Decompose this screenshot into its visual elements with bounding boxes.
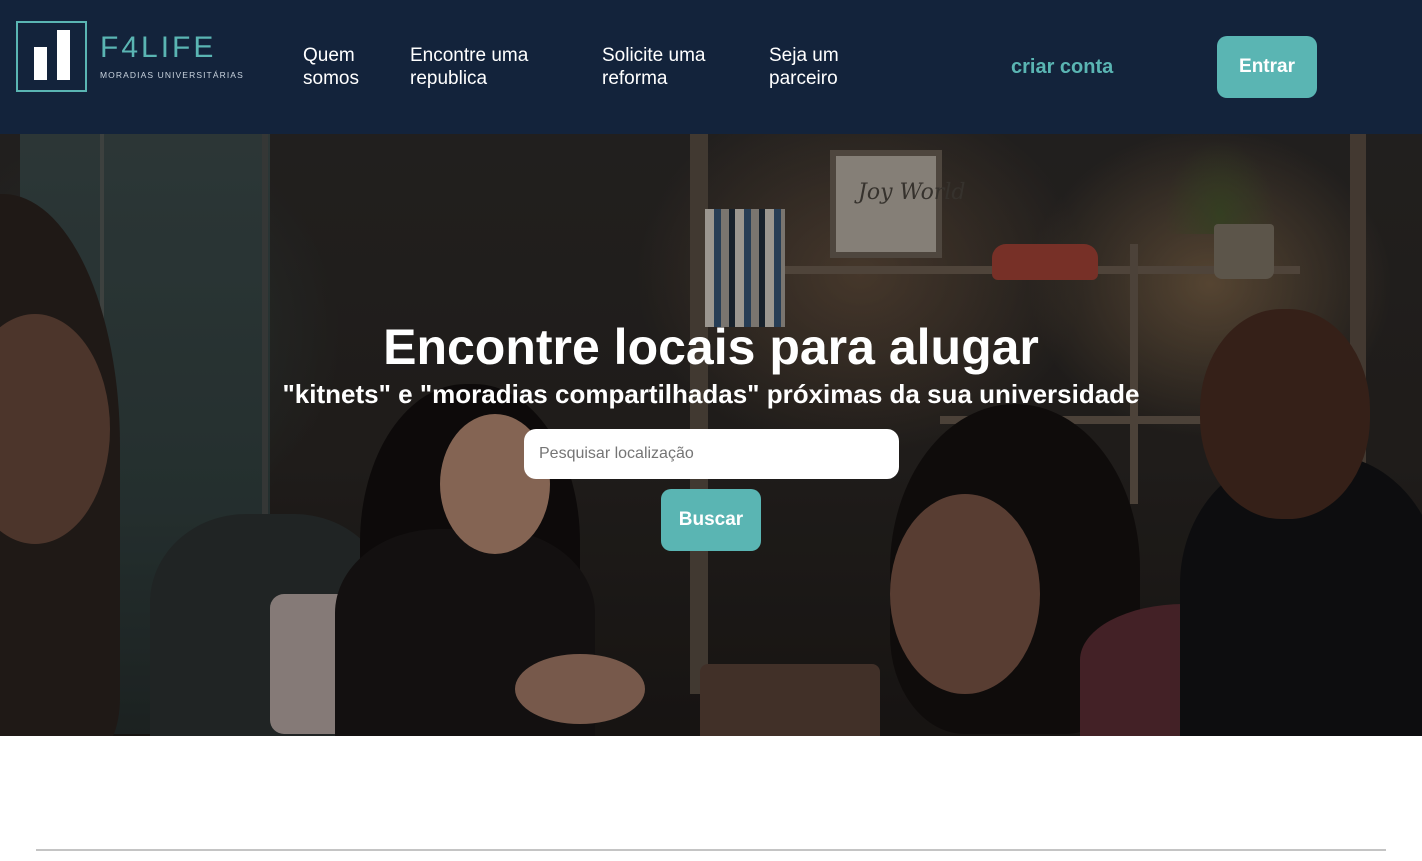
logo-bars-icon	[16, 21, 87, 92]
hero-title: Encontre locais para alugar	[383, 319, 1039, 375]
nav-link-seja-parceiro[interactable]: Seja um parceiro	[769, 44, 859, 90]
nav-link-encontre-republica[interactable]: Encontre uma republica	[410, 44, 560, 90]
brand-name: F4LIFE	[100, 31, 217, 64]
site-header: F4LIFE MORADIAS UNIVERSITÁRIAS Quem somo…	[0, 0, 1422, 134]
brand-tagline: MORADIAS UNIVERSITÁRIAS	[100, 70, 244, 80]
section-divider	[36, 849, 1386, 851]
hero-section: Joy World Encontre locais para alugar "k…	[0, 134, 1422, 736]
brand-logo[interactable]: F4LIFE MORADIAS UNIVERSITÁRIAS	[16, 21, 256, 93]
logo-bar-tall	[57, 30, 70, 80]
search-button[interactable]: Buscar	[661, 489, 761, 551]
create-account-link[interactable]: criar conta	[1011, 56, 1113, 79]
login-button[interactable]: Entrar	[1217, 36, 1317, 98]
nav-link-solicite-reforma[interactable]: Solicite uma reforma	[602, 44, 732, 90]
nav-link-quem-somos[interactable]: Quem somos	[303, 44, 383, 90]
hero-subtitle: "kitnets" e "moradias compartilhadas" pr…	[282, 379, 1140, 409]
logo-bar-short	[34, 47, 47, 80]
location-search-input[interactable]	[524, 429, 899, 479]
